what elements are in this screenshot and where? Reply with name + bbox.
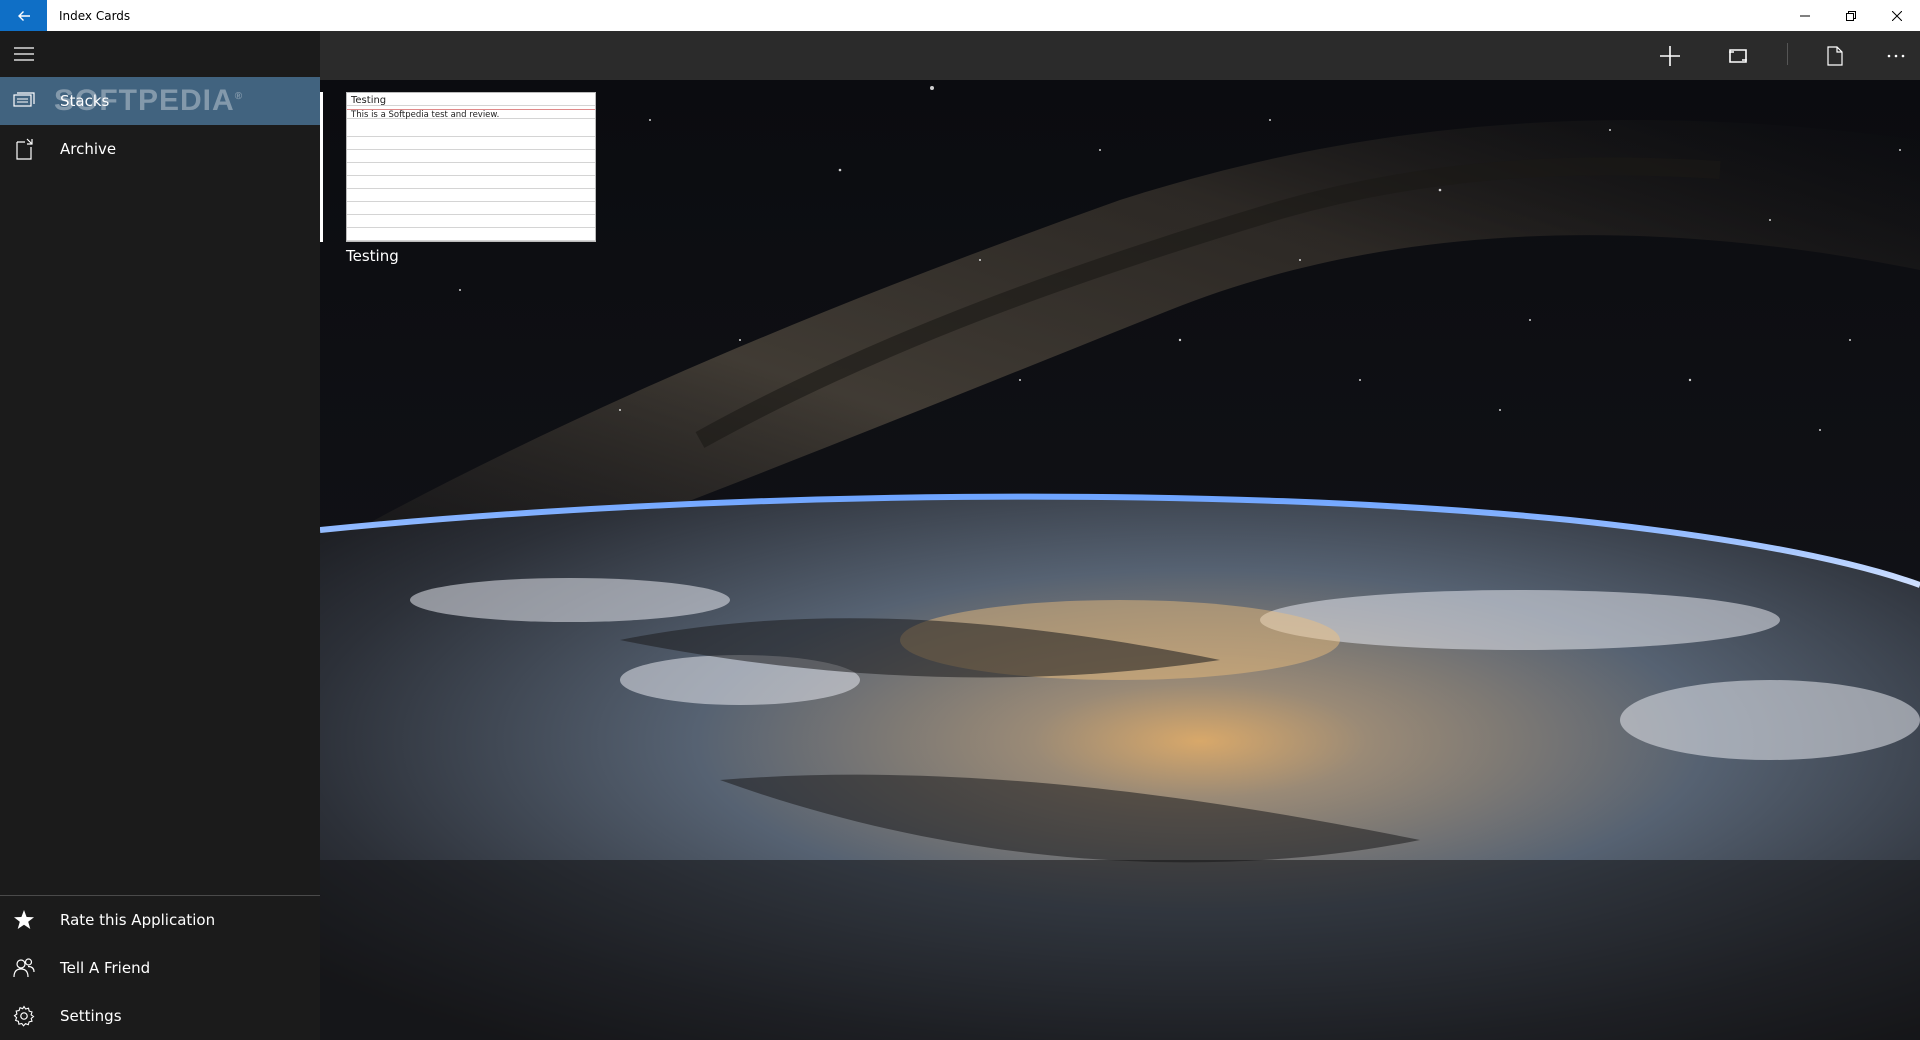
loop-button[interactable] xyxy=(1714,31,1762,80)
card-title: Testing xyxy=(351,95,387,106)
app-title: Index Cards xyxy=(59,8,131,23)
nav-label-tell-friend: Tell A Friend xyxy=(60,959,151,977)
add-icon xyxy=(1660,45,1680,66)
document-button[interactable] xyxy=(1811,31,1859,80)
title-bar: Index Cards xyxy=(0,0,1920,31)
nav-item-tell-friend[interactable]: Tell A Friend xyxy=(0,944,320,992)
gear-icon xyxy=(0,992,48,1040)
archive-icon xyxy=(0,125,48,173)
sidebar-footer: Rate this Application Tell A Friend Sett… xyxy=(0,895,320,1040)
selection-indicator xyxy=(320,92,323,242)
more-button[interactable] xyxy=(1872,31,1920,80)
add-button[interactable] xyxy=(1646,31,1694,80)
nav-item-stacks[interactable]: Stacks SOFTPEDIA® xyxy=(0,77,320,125)
minimize-icon xyxy=(1800,15,1810,16)
nav-label-rate: Rate this Application xyxy=(60,911,216,929)
command-bar xyxy=(320,31,1920,80)
restore-button[interactable] xyxy=(1828,0,1874,31)
command-separator xyxy=(1787,43,1788,65)
close-icon xyxy=(1892,10,1902,21)
people-icon xyxy=(0,944,48,992)
minimize-button[interactable] xyxy=(1782,0,1828,31)
card-body-text: This is a Softpedia test and review. xyxy=(351,110,500,120)
nav-label-stacks: Stacks xyxy=(60,92,110,110)
stacks-icon xyxy=(0,77,48,125)
nav-item-rate[interactable]: Rate this Application xyxy=(0,896,320,944)
nav-item-archive[interactable]: Archive xyxy=(0,125,320,173)
hamburger-button[interactable] xyxy=(0,31,48,77)
nav-item-settings[interactable]: Settings xyxy=(0,992,320,1040)
index-card-thumbnail[interactable]: Testing This is a Softpedia test and rev… xyxy=(346,92,596,242)
restore-icon xyxy=(1846,10,1856,21)
loop-icon xyxy=(1729,48,1747,63)
hamburger-menu-icon xyxy=(14,47,34,61)
back-button[interactable] xyxy=(0,0,47,31)
close-button[interactable] xyxy=(1874,0,1920,31)
arrow-left-icon xyxy=(17,10,30,21)
nav-label-archive: Archive xyxy=(60,140,117,158)
star-icon xyxy=(0,896,48,944)
document-icon xyxy=(1827,45,1843,66)
stack-caption[interactable]: Testing xyxy=(346,247,399,265)
navigation-pane: Stacks SOFTPEDIA® Archive Rate this Appl… xyxy=(0,31,320,1040)
more-icon xyxy=(1887,54,1905,57)
window-controls xyxy=(1782,0,1920,31)
stacks-view: Testing This is a Softpedia test and rev… xyxy=(320,80,1920,1040)
nav-label-settings: Settings xyxy=(60,1007,122,1025)
